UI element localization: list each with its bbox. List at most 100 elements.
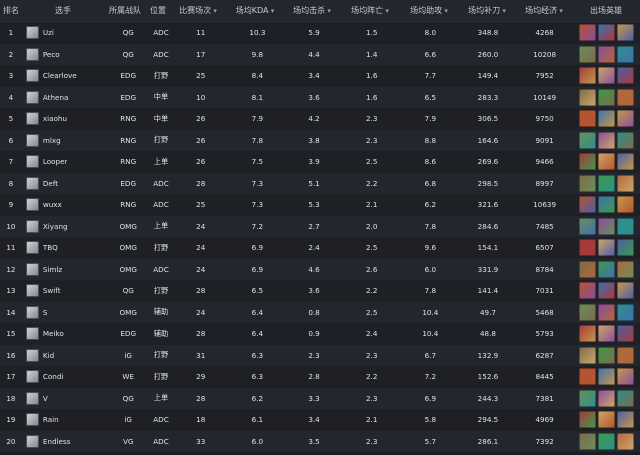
champion-portrait-icon[interactable] (597, 45, 615, 63)
player-name[interactable]: Uzi (43, 28, 54, 37)
champion-portrait-icon[interactable] (616, 174, 634, 192)
champion-portrait-icon[interactable] (597, 389, 615, 407)
champion-portrait-icon[interactable] (578, 411, 596, 429)
champion-portrait-icon[interactable] (597, 239, 615, 257)
champion-portrait-icon[interactable] (578, 282, 596, 300)
player-cell[interactable]: Uzi (22, 26, 107, 40)
player-name[interactable]: wuxx (43, 200, 62, 209)
champion-portrait-icon[interactable] (578, 110, 596, 128)
champion-portrait-icon[interactable] (616, 368, 634, 386)
player-cell[interactable]: Athena (22, 90, 107, 104)
champion-portrait-icon[interactable] (597, 153, 615, 171)
champion-portrait-icon[interactable] (616, 325, 634, 343)
player-cell[interactable]: Peco (22, 47, 107, 61)
player-cell[interactable]: Swift (22, 284, 107, 298)
champion-portrait-icon[interactable] (597, 325, 615, 343)
table-row[interactable]: 13 Swift QG 打野 28 6.5 3.6 2.2 7.8 141.4 7031 (0, 280, 640, 302)
champion-portrait-icon[interactable] (597, 217, 615, 235)
table-row[interactable]: 9 wuxx RNG ADC 25 7.3 5.3 2.1 6.2 321.6 10639 (0, 194, 640, 216)
champion-portrait-icon[interactable] (616, 239, 634, 257)
player-name[interactable]: TBQ (43, 243, 58, 252)
player-name[interactable]: Clearlove (43, 71, 77, 80)
champion-portrait-icon[interactable] (597, 196, 615, 214)
table-row[interactable]: 8 Deft EDG ADC 28 7.3 5.1 2.2 6.8 298.5 8997 (0, 172, 640, 194)
table-row[interactable]: 17 Condi WE 打野 29 6.3 2.8 2.2 7.2 152.6 8445 (0, 366, 640, 388)
champion-portrait-icon[interactable] (616, 389, 634, 407)
table-row[interactable]: 18 V QG 上单 28 6.2 3.3 2.3 6.9 244.3 7381 (0, 387, 640, 409)
player-name[interactable]: Looper (43, 157, 68, 166)
player-name[interactable]: Athena (43, 93, 69, 102)
champion-portrait-icon[interactable] (616, 346, 634, 364)
champion-portrait-icon[interactable] (578, 260, 596, 278)
player-cell[interactable]: Kid (22, 348, 107, 362)
player-name[interactable]: S (43, 308, 48, 317)
col-gold-header[interactable]: 场均经济 (516, 5, 572, 16)
champion-portrait-icon[interactable] (597, 131, 615, 149)
champion-portrait-icon[interactable] (578, 196, 596, 214)
player-cell[interactable]: Deft (22, 176, 107, 190)
player-name[interactable]: V (43, 394, 48, 403)
table-row[interactable]: 4 Athena EDG 中单 10 8.1 3.6 1.6 6.5 283.3 10149 (0, 86, 640, 108)
champion-portrait-icon[interactable] (578, 217, 596, 235)
champion-portrait-icon[interactable] (597, 67, 615, 85)
champion-portrait-icon[interactable] (578, 131, 596, 149)
table-row[interactable]: 16 Kid iG 打野 31 6.3 2.3 2.3 6.7 132.9 6287 (0, 344, 640, 366)
player-name[interactable]: Rain (43, 415, 59, 424)
col-kda-header[interactable]: 场均KDA (226, 5, 284, 16)
champion-portrait-icon[interactable] (578, 88, 596, 106)
champion-portrait-icon[interactable] (578, 174, 596, 192)
champion-portrait-icon[interactable] (578, 389, 596, 407)
table-row[interactable]: 19 Rain iG ADC 18 6.1 3.4 2.1 5.8 294.5 4969 (0, 409, 640, 431)
champion-portrait-icon[interactable] (597, 432, 615, 450)
champion-portrait-icon[interactable] (616, 282, 634, 300)
col-cs-header[interactable]: 场均补刀 (458, 5, 516, 16)
player-cell[interactable]: S (22, 305, 107, 319)
player-cell[interactable]: Endless (22, 434, 107, 448)
champion-portrait-icon[interactable] (597, 174, 615, 192)
champion-portrait-icon[interactable] (616, 196, 634, 214)
champion-portrait-icon[interactable] (616, 88, 634, 106)
table-row[interactable]: 5 xiaohu RNG 中单 26 7.9 4.2 2.3 7.9 306.5 9750 (0, 108, 640, 130)
player-name[interactable]: Peco (43, 50, 60, 59)
player-cell[interactable]: xiaohu (22, 112, 107, 126)
champion-portrait-icon[interactable] (616, 24, 634, 42)
champion-portrait-icon[interactable] (616, 411, 634, 429)
player-cell[interactable]: Rain (22, 413, 107, 427)
player-name[interactable]: mlxg (43, 136, 61, 145)
champion-portrait-icon[interactable] (616, 260, 634, 278)
champion-portrait-icon[interactable] (616, 303, 634, 321)
champion-portrait-icon[interactable] (578, 325, 596, 343)
player-cell[interactable]: Meiko (22, 327, 107, 341)
champion-portrait-icon[interactable] (616, 217, 634, 235)
player-name[interactable]: Deft (43, 179, 58, 188)
champion-portrait-icon[interactable] (578, 67, 596, 85)
champion-portrait-icon[interactable] (578, 239, 596, 257)
player-cell[interactable]: V (22, 391, 107, 405)
table-row[interactable]: 15 Meiko EDG 辅助 28 6.4 0.9 2.4 10.4 48.8 5793 (0, 323, 640, 345)
player-cell[interactable]: TBQ (22, 241, 107, 255)
champion-portrait-icon[interactable] (578, 303, 596, 321)
col-assists-header[interactable]: 场均助攻 (400, 5, 458, 16)
champion-portrait-icon[interactable] (578, 153, 596, 171)
champion-portrait-icon[interactable] (597, 303, 615, 321)
champion-portrait-icon[interactable] (616, 67, 634, 85)
champion-portrait-icon[interactable] (616, 110, 634, 128)
table-row[interactable]: 6 mlxg RNG 打野 26 7.8 3.8 2.3 8.8 164.6 9091 (0, 129, 640, 151)
player-name[interactable]: Swift (43, 286, 61, 295)
player-name[interactable]: Endless (43, 437, 71, 446)
player-name[interactable]: Kid (43, 351, 54, 360)
table-row[interactable]: 1 Uzi QG ADC 11 10.3 5.9 1.5 8.0 348.8 4268 (0, 22, 640, 44)
player-cell[interactable]: Simlz (22, 262, 107, 276)
champion-portrait-icon[interactable] (597, 411, 615, 429)
champion-portrait-icon[interactable] (597, 24, 615, 42)
player-cell[interactable]: wuxx (22, 198, 107, 212)
champion-portrait-icon[interactable] (578, 346, 596, 364)
champion-portrait-icon[interactable] (578, 368, 596, 386)
player-name[interactable]: Meiko (43, 329, 64, 338)
table-row[interactable]: 14 S OMG 辅助 24 6.4 0.8 2.5 10.4 49.7 5468 (0, 301, 640, 323)
champion-portrait-icon[interactable] (597, 260, 615, 278)
table-row[interactable]: 11 TBQ OMG 打野 24 6.9 2.4 2.5 9.6 154.1 6507 (0, 237, 640, 259)
col-deaths-header[interactable]: 场均阵亡 (340, 5, 400, 16)
col-games-header[interactable]: 比赛场次 (170, 5, 226, 16)
champion-portrait-icon[interactable] (616, 131, 634, 149)
